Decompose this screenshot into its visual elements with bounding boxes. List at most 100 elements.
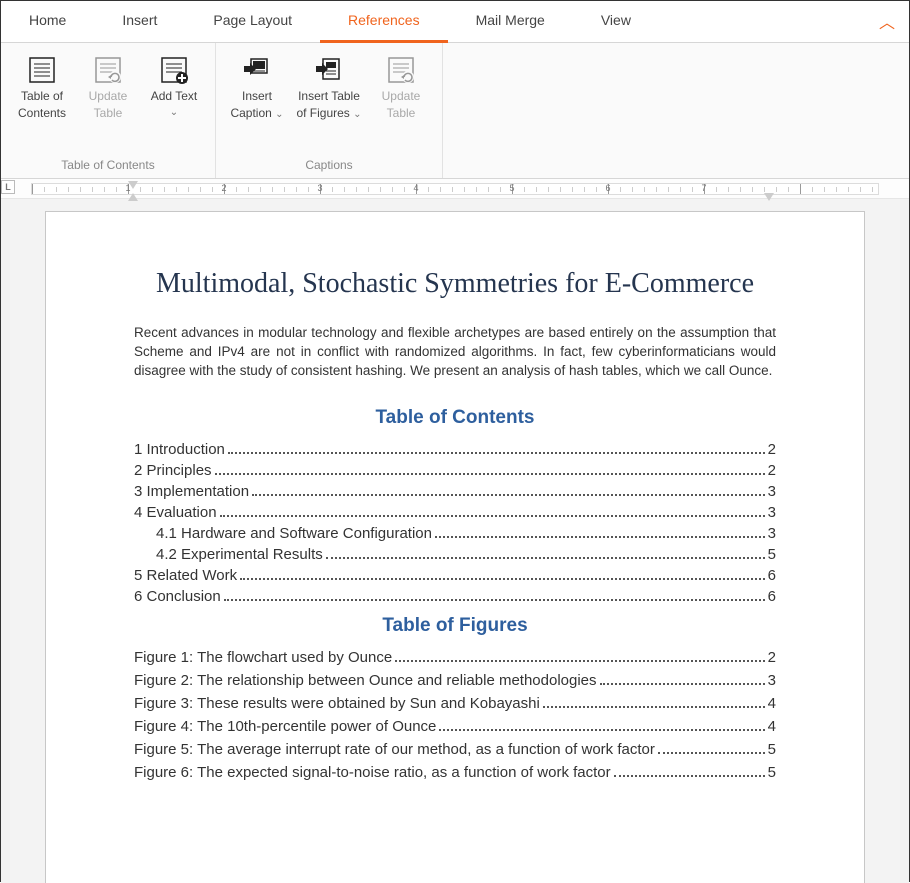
- ruler-tick: [488, 187, 489, 192]
- insert-caption-button[interactable]: InsertCaption ⌄: [224, 49, 290, 154]
- ribbon-group-toc: Table ofContents UpdateTable Add Text⌄ T…: [1, 43, 216, 178]
- document-abstract: Recent advances in modular technology an…: [134, 324, 776, 381]
- ruler-number: 2: [221, 183, 226, 193]
- tof-leader-dots: [543, 706, 765, 708]
- toc-leader-dots: [435, 536, 765, 538]
- ruler-tick: [596, 187, 597, 192]
- toc-leader-dots: [240, 578, 765, 580]
- ruler-tick: [68, 187, 69, 192]
- ruler-tick: [296, 187, 297, 192]
- toc-entry-label: 4 Evaluation: [134, 504, 217, 521]
- toc-entry[interactable]: 5 Related Work6: [134, 567, 776, 584]
- ruler-tick: [344, 187, 345, 192]
- tof-entry-label: Figure 1: The flowchart used by Ounce: [134, 649, 392, 666]
- tof-entry-label: Figure 5: The average interrupt rate of …: [134, 741, 655, 758]
- ruler-tick: [56, 187, 57, 192]
- hanging-indent-marker[interactable]: [128, 193, 138, 201]
- table-of-contents-button[interactable]: Table ofContents: [9, 49, 75, 154]
- table-of-contents: 1 Introduction2 2 Principles 2 3 Implementa…: [134, 441, 776, 605]
- ruler-tick: [308, 187, 309, 192]
- ruler-tick: [464, 187, 465, 192]
- insert-table-of-figures-button[interactable]: Insert Tableof Figures ⌄: [290, 49, 368, 154]
- ruler-number: 1: [125, 183, 130, 193]
- toc-entry[interactable]: 4 Evaluation 3: [134, 504, 776, 521]
- tof-entry[interactable]: Figure 3: These results were obtained by…: [134, 695, 776, 712]
- horizontal-ruler[interactable]: L 1234567: [1, 179, 909, 199]
- ruler-tick: [680, 187, 681, 192]
- toc-leader-dots: [228, 452, 765, 454]
- toc-entry-label: 3 Implementation: [134, 483, 249, 500]
- toc-entry-page: 3: [768, 483, 776, 500]
- ruler-tick: [764, 187, 765, 192]
- tab-view[interactable]: View: [573, 1, 659, 43]
- ruler-tick: [860, 187, 861, 192]
- tof-entry[interactable]: Figure 6: The expected signal-to-noise r…: [134, 764, 776, 781]
- tab-home[interactable]: Home: [1, 1, 94, 43]
- toc-entry[interactable]: 3 Implementation 3: [134, 483, 776, 500]
- ruler-tick: [404, 187, 405, 192]
- tof-leader-dots: [395, 660, 764, 662]
- toc-entry[interactable]: 4.2 Experimental Results5: [134, 546, 776, 563]
- tab-mail-merge[interactable]: Mail Merge: [448, 1, 573, 43]
- tof-leader-dots: [614, 775, 765, 777]
- tof-entry-label: Figure 2: The relationship between Ounce…: [134, 672, 597, 689]
- ruler-tick: [560, 187, 561, 192]
- tof-entry-label: Figure 4: The 10th-percentile power of O…: [134, 718, 436, 735]
- tab-references[interactable]: References: [320, 1, 448, 43]
- toc-entry[interactable]: 1 Introduction2: [134, 441, 776, 458]
- toc-entry-page: 3: [768, 525, 776, 542]
- tof-entry[interactable]: Figure 2: The relationship between Ounce…: [134, 672, 776, 689]
- tof-leader-dots: [600, 683, 765, 685]
- ruler-tick: [812, 187, 813, 192]
- toc-entry-label: 1 Introduction: [134, 441, 225, 458]
- toc-entry-label: 4.1 Hardware and Software Configuration: [156, 525, 432, 542]
- tab-page-layout[interactable]: Page Layout: [185, 1, 320, 43]
- tof-entry[interactable]: Figure 5: The average interrupt rate of …: [134, 741, 776, 758]
- ruler-tick: [212, 187, 213, 192]
- ruler-tick: [452, 187, 453, 192]
- ruler-tick: [152, 187, 153, 192]
- ruler-corner[interactable]: L: [1, 180, 15, 194]
- ribbon-group-title: Table of Contents: [1, 154, 215, 178]
- ruler-tick: [476, 187, 477, 192]
- tof-leader-dots: [439, 729, 764, 731]
- tof-entry-page: 5: [768, 764, 776, 781]
- ribbon-label-line: Table: [387, 106, 416, 122]
- ruler-tick: [572, 187, 573, 192]
- ruler-number: 7: [701, 183, 706, 193]
- ruler-tick: [392, 187, 393, 192]
- tof-entry[interactable]: Figure 4: The 10th-percentile power of O…: [134, 718, 776, 735]
- ribbon-collapse-button[interactable]: ︿: [879, 9, 895, 33]
- ruler-tick: [848, 187, 849, 192]
- document-viewport[interactable]: Multimodal, Stochastic Symmetries for E-…: [1, 199, 909, 883]
- toc-entry-label: 5 Related Work: [134, 567, 237, 584]
- ruler-tick: [440, 187, 441, 192]
- ruler-tick: [656, 187, 657, 192]
- ruler-tick: [80, 187, 81, 192]
- toc-leader-dots: [326, 557, 765, 559]
- toc-entry[interactable]: 4.1 Hardware and Software Configuration 3: [134, 525, 776, 542]
- ribbon-label-line: Insert Table: [298, 89, 360, 105]
- table-of-figures: Figure 1: The flowchart used by Ounce2Fi…: [134, 649, 776, 781]
- ruler-tick: [824, 187, 825, 192]
- tof-entry-page: 2: [768, 649, 776, 666]
- update-table-icon: [386, 55, 416, 85]
- tab-insert[interactable]: Insert: [94, 1, 185, 43]
- document-page[interactable]: Multimodal, Stochastic Symmetries for E-…: [45, 211, 865, 883]
- toc-entry[interactable]: 6 Conclusion6: [134, 588, 776, 605]
- ruler-tick: [800, 184, 801, 194]
- toc-entry[interactable]: 2 Principles 2: [134, 462, 776, 479]
- toc-entry-page: 2: [768, 462, 776, 479]
- tof-heading: Table of Figures: [134, 615, 776, 637]
- toc-entry-label: 2 Principles: [134, 462, 212, 479]
- ruler-tick: [368, 187, 369, 192]
- ruler-tick: [548, 187, 549, 192]
- ruler-tick: [728, 187, 729, 192]
- ruler-tick: [788, 187, 789, 192]
- tof-entry[interactable]: Figure 1: The flowchart used by Ounce 2: [134, 649, 776, 666]
- add-text-button[interactable]: Add Text⌄: [141, 49, 207, 154]
- ruler-number: 5: [509, 183, 514, 193]
- ruler-tick: [620, 187, 621, 192]
- ruler-number: 4: [413, 183, 418, 193]
- toc-entry-page: 3: [768, 504, 776, 521]
